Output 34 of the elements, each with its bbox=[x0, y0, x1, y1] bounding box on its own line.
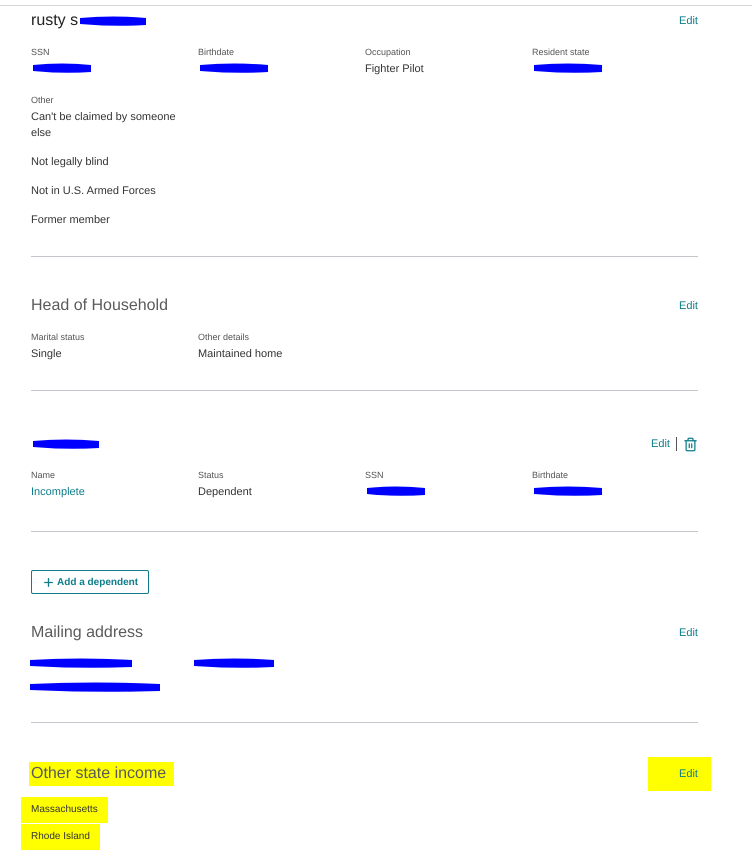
field-value: Incomplete bbox=[31, 485, 86, 500]
detail-text: Not legally blind bbox=[31, 155, 110, 170]
edit-link[interactable]: Edit bbox=[648, 757, 711, 791]
section-title: Other state income bbox=[31, 765, 166, 783]
section-title: Mailing address bbox=[31, 624, 144, 642]
edit-link[interactable]: Edit bbox=[679, 300, 698, 312]
field-value: Maintained home bbox=[198, 347, 284, 362]
edit-link[interactable]: Edit bbox=[679, 627, 698, 639]
field-label: Other bbox=[31, 94, 55, 106]
state-name: Massachusetts bbox=[21, 797, 108, 823]
section-title: rusty s bbox=[31, 12, 78, 30]
field-label: Other details bbox=[198, 331, 250, 343]
field-label: SSN bbox=[365, 469, 385, 481]
field-label: Marital status bbox=[31, 331, 86, 343]
field-label: Birthdate bbox=[532, 469, 570, 481]
detail-text: Can't be claimed by someone else bbox=[31, 110, 177, 141]
field-value: Dependent bbox=[198, 485, 253, 500]
state-name: Rhode Island bbox=[21, 824, 100, 850]
field-label: Occupation bbox=[365, 46, 412, 58]
field-label: Resident state bbox=[532, 46, 591, 58]
detail-text: Not in U.S. Armed Forces bbox=[31, 184, 157, 199]
plus-icon bbox=[42, 576, 55, 588]
field-label: Status bbox=[198, 469, 225, 481]
field-value: Single bbox=[31, 347, 63, 362]
field-label: Name bbox=[31, 469, 56, 481]
trash-icon[interactable] bbox=[683, 436, 698, 452]
add-dependent-button[interactable]: Add a dependent bbox=[31, 570, 150, 594]
edit-link[interactable]: Edit bbox=[679, 15, 698, 27]
field-label: Birthdate bbox=[198, 46, 236, 58]
detail-text: Former member bbox=[31, 213, 111, 228]
field-value: Fighter Pilot bbox=[365, 62, 425, 77]
field-label: SSN bbox=[31, 46, 51, 58]
edit-link[interactable]: Edit bbox=[651, 438, 670, 450]
section-title: Head of Household bbox=[31, 297, 168, 315]
